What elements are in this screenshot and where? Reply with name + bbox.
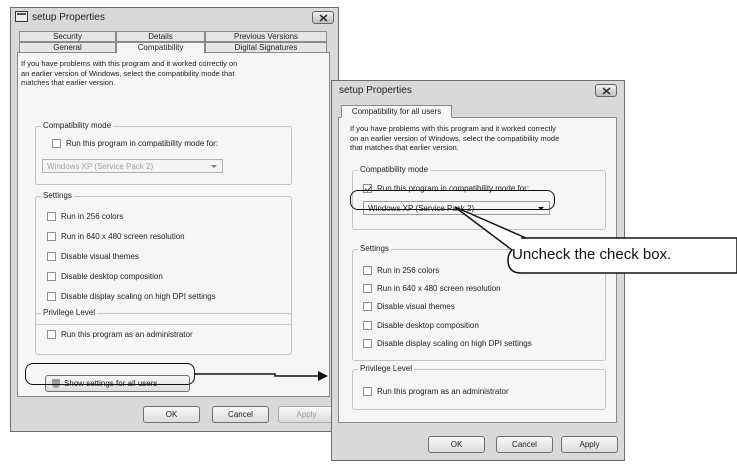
description-line: matches that earlier version. (21, 78, 116, 87)
checkbox[interactable] (47, 272, 56, 281)
description-line: If you have problems with this program a… (350, 124, 556, 133)
checkbox-label: Disable desktop composition (377, 321, 479, 330)
right-settings-group: Settings Run in 256 colors Run in 640 x … (352, 244, 606, 361)
apply-button[interactable]: Apply (278, 406, 335, 423)
close-icon (602, 87, 611, 95)
close-icon (319, 14, 328, 22)
checkbox[interactable] (363, 302, 372, 311)
callout-text: Uncheck the check box. (512, 246, 672, 263)
ok-button[interactable]: OK (428, 436, 485, 453)
run-as-admin-checkbox[interactable] (363, 387, 372, 396)
checkbox-label: Run this program in compatibility mode f… (66, 139, 219, 148)
group-title: Privilege Level (41, 308, 98, 317)
tab-compatibility[interactable]: Compatibility (116, 42, 205, 54)
left-compat-select[interactable]: Windows XP (Service Pack 2) (42, 159, 223, 173)
left-description: If you have problems with this program a… (21, 59, 326, 88)
right-privilege-group: Privilege Level Run this program as an a… (352, 364, 606, 410)
checkbox-label: Disable visual themes (61, 252, 139, 261)
checkbox-label: Run this program as an administrator (377, 387, 509, 396)
checkbox[interactable] (363, 321, 372, 330)
left-settings-group: Settings Run in 256 colors Run in 640 x … (35, 191, 292, 325)
checkbox[interactable] (47, 252, 56, 261)
group-title: Compatibility mode (41, 121, 114, 130)
right-tab-panel: If you have problems with this program a… (338, 117, 617, 423)
right-description: If you have problems with this program a… (350, 124, 612, 153)
compat-mode-checkbox[interactable] (52, 139, 61, 148)
checkbox[interactable] (363, 284, 372, 293)
left-window-title: setup Properties (32, 12, 105, 23)
show-settings-highlight (25, 363, 195, 385)
right-title-bar: setup Properties (332, 81, 624, 101)
checkbox-label: Run in 256 colors (61, 212, 124, 221)
tab-compatibility-for-all-users[interactable]: Compatibility for all users (341, 105, 452, 118)
checkbox-label: Disable desktop composition (61, 272, 163, 281)
left-title-bar: setup Properties (11, 8, 338, 28)
run-as-admin-checkbox[interactable] (47, 330, 56, 339)
right-properties-window: setup Properties If you have problems wi… (331, 80, 625, 461)
checkbox[interactable] (363, 339, 372, 348)
group-title: Settings (358, 244, 391, 253)
compat-checkbox-highlight (350, 190, 555, 210)
group-title: Compatibility mode (358, 165, 431, 174)
left-close-button[interactable] (312, 11, 334, 24)
right-close-button[interactable] (595, 84, 617, 97)
checkbox[interactable] (363, 266, 372, 275)
left-privilege-group: Privilege Level Run this program as an a… (35, 308, 292, 355)
right-window-title: setup Properties (339, 85, 412, 96)
checkbox-label: Run in 640 x 480 screen resolution (61, 232, 185, 241)
checkbox-label: Disable display scaling on high DPI sett… (61, 292, 216, 301)
checkbox-label: Run in 256 colors (377, 266, 440, 275)
checkbox[interactable] (47, 292, 56, 301)
left-tab-panel: If you have problems with this program a… (17, 52, 330, 397)
group-title: Settings (41, 191, 74, 200)
cancel-button[interactable]: Cancel (212, 406, 269, 423)
chevron-down-icon (211, 165, 217, 168)
checkbox-label: Run in 640 x 480 screen resolution (377, 284, 501, 293)
checkbox-label: Disable display scaling on high DPI sett… (377, 339, 532, 348)
select-value: Windows XP (Service Pack 2) (47, 162, 154, 171)
description-line: an earlier version of Windows, select th… (21, 68, 235, 78)
description-line: on an earlier version of Windows, select… (350, 133, 560, 143)
checkbox-label: Disable visual themes (377, 302, 455, 311)
app-icon (15, 11, 28, 22)
ok-button[interactable]: OK (143, 406, 200, 423)
description-line: that matches that earlier version. (350, 143, 459, 152)
left-compat-group: Compatibility mode Run this program in c… (35, 121, 292, 185)
checkbox-label: Run this program as an administrator (61, 330, 193, 339)
group-title: Privilege Level (358, 364, 415, 373)
apply-button[interactable]: Apply (561, 436, 618, 453)
tab-previous-versions[interactable]: Previous Versions (205, 31, 327, 42)
tab-details[interactable]: Details (116, 31, 205, 42)
checkbox[interactable] (47, 212, 56, 221)
description-line: If you have problems with this program a… (21, 59, 238, 68)
checkbox[interactable] (47, 232, 56, 241)
cancel-button[interactable]: Cancel (496, 436, 553, 453)
tab-security[interactable]: Security (19, 31, 116, 42)
